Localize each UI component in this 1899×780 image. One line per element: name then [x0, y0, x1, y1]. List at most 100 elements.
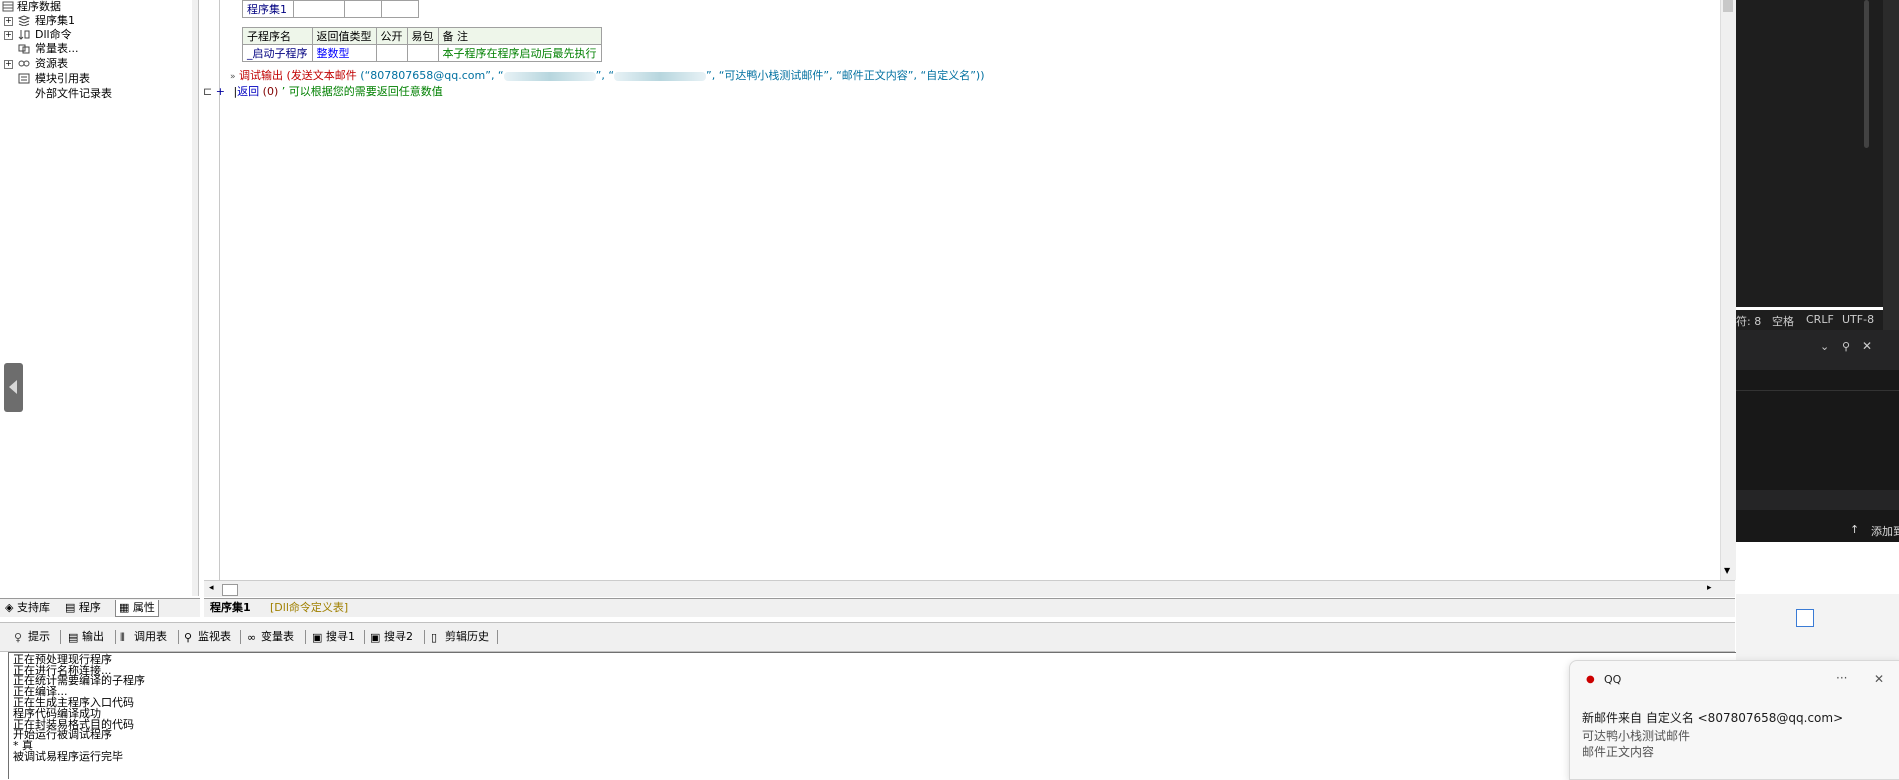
- assembly-name-cell[interactable]: 程序集1: [242, 0, 294, 18]
- assembly-icon: [17, 15, 31, 27]
- more-options-button[interactable]: ···: [1836, 671, 1847, 685]
- tree-item-dll[interactable]: + Dll命令: [2, 28, 192, 42]
- assembly-table: 程序集1: [242, 0, 419, 18]
- add-line-icon[interactable]: +: [216, 85, 225, 98]
- tree-item-external-files[interactable]: 外部文件记录表: [2, 87, 192, 101]
- scroll-thumb[interactable]: [1723, 0, 1733, 12]
- divider: [1736, 390, 1899, 391]
- output-console[interactable]: 正在预处理现行程序 正在进行名称连接... 正在统计需要编译的子程序 正在编译.…: [8, 652, 1737, 779]
- tab-call-table[interactable]: ⦀ 调用表: [120, 629, 167, 645]
- tab-variables[interactable]: ∞ 变量表: [247, 629, 294, 645]
- tree-item-label: 常量表...: [35, 42, 79, 55]
- header-cell: 易包: [406, 27, 439, 45]
- assembly-cell[interactable]: [293, 0, 345, 18]
- tab-properties[interactable]: ▦ 属性: [115, 600, 159, 617]
- tree-item-label: 外部文件记录表: [35, 87, 112, 100]
- search-icon: ▣: [370, 631, 381, 644]
- header-cell: 子程序名: [242, 27, 313, 45]
- redacted-text: [614, 71, 707, 81]
- header-cell: 备 注: [437, 27, 602, 45]
- tree-item-modules[interactable]: 模块引用表: [2, 72, 192, 86]
- status-encoding[interactable]: UTF-8: [1842, 313, 1874, 326]
- status-bar: 符: 8 空格 CRLF UTF-8: [1736, 310, 1883, 330]
- separator: [240, 630, 241, 644]
- separator: [364, 630, 365, 644]
- tree-root-label: 程序数据: [17, 0, 61, 13]
- subroutine-name-cell[interactable]: _启动子程序: [242, 44, 313, 62]
- header-cell: 返回值类型: [311, 27, 377, 45]
- editor-vertical-scrollbar[interactable]: ▼: [1720, 0, 1736, 580]
- separator: [424, 630, 425, 644]
- header-cell: 公开: [375, 27, 408, 45]
- constants-icon: [18, 43, 30, 54]
- status-char-count[interactable]: 符: 8: [1736, 313, 1761, 329]
- tab-assembly1[interactable]: 程序集1: [210, 600, 251, 616]
- expand-icon[interactable]: +: [4, 31, 13, 40]
- notification-app-name: QQ: [1604, 673, 1622, 686]
- close-icon[interactable]: ✕: [1862, 339, 1872, 353]
- magnifier-icon: ⚲: [184, 631, 193, 644]
- status-eol[interactable]: CRLF: [1806, 313, 1834, 326]
- tree-item-constants[interactable]: 常量表...: [2, 42, 192, 56]
- lightbulb-icon: ♀: [14, 631, 23, 644]
- chevron-left-icon: [9, 380, 17, 394]
- resources-icon: [18, 58, 30, 69]
- separator: [115, 630, 116, 644]
- dark-scrollbar[interactable]: [1862, 0, 1872, 150]
- clipboard-icon: ▯: [431, 631, 438, 644]
- pin-icon[interactable]: ⚲: [1842, 340, 1850, 353]
- editor-horizontal-scrollbar[interactable]: ◂ ▸: [204, 580, 1735, 597]
- subroutine-table: 子程序名 返回值类型 公开 易包 备 注 _启动子程序 整数型 本子程序在程序启…: [242, 27, 602, 62]
- arrow-marker-icon: »: [230, 72, 236, 82]
- easy-pack-cell[interactable]: [406, 44, 439, 62]
- separator: [497, 630, 498, 644]
- add-button[interactable]: 添加到: [1871, 523, 1899, 539]
- chevron-down-icon[interactable]: ⌄: [1820, 340, 1829, 353]
- assembly-cell[interactable]: [344, 0, 382, 18]
- scroll-thumb[interactable]: [1864, 0, 1869, 148]
- expand-icon[interactable]: +: [4, 17, 13, 26]
- module-icon: [18, 73, 30, 84]
- status-indent[interactable]: 空格: [1772, 313, 1794, 329]
- notification-body: 邮件正文内容: [1582, 745, 1655, 759]
- window-view-icon[interactable]: [1816, 609, 1834, 627]
- note-cell[interactable]: 本子程序在程序启动后最先执行: [437, 44, 602, 62]
- tree-scrollbar[interactable]: [192, 0, 199, 596]
- tab-watch[interactable]: ⚲ 监视表: [184, 629, 231, 645]
- tab-hints[interactable]: ♀ 提示: [14, 629, 50, 645]
- tab-clip-history[interactable]: ▯ 剪辑历史: [431, 629, 489, 645]
- scroll-thumb[interactable]: [222, 584, 238, 596]
- search-icon: ▣: [312, 631, 323, 644]
- collapse-panel-button[interactable]: [4, 363, 23, 412]
- tree-item-resources[interactable]: + 资源表: [2, 57, 192, 71]
- tab-output[interactable]: ▤ 输出: [68, 629, 104, 645]
- assembly-cell[interactable]: [381, 0, 419, 18]
- scroll-left-icon[interactable]: ◂: [209, 583, 214, 593]
- database-icon: [2, 1, 14, 12]
- tree-item-assembly[interactable]: + 程序集1: [2, 14, 192, 28]
- arrow-up-icon: ↑: [1850, 523, 1860, 536]
- code-line-1[interactable]: » 调试输出 (发送文本邮件 (“807807658@qq.com”, “”, …: [230, 68, 984, 83]
- dll-icon: [18, 29, 30, 40]
- editor-tabs: 程序集1 [Dll命令定义表]: [204, 598, 1735, 617]
- scroll-right-icon[interactable]: ▸: [1707, 583, 1712, 593]
- properties-icon: ▦: [119, 601, 130, 614]
- tab-support-library[interactable]: ◈ 支持库: [2, 600, 53, 616]
- scroll-down-icon[interactable]: ▼: [1724, 566, 1730, 575]
- list-view-icon[interactable]: [1796, 609, 1814, 627]
- project-tree-panel: 程序数据 + 程序集1 + Dll命令 常量表... + 资源表 模块引用表 外…: [0, 0, 193, 596]
- tab-search1[interactable]: ▣ 搜寻1: [312, 629, 355, 645]
- public-cell[interactable]: [375, 44, 408, 62]
- tab-program[interactable]: ▤ 程序: [62, 600, 104, 616]
- tree-item-label: 程序集1: [35, 14, 75, 27]
- tab-dll-definitions[interactable]: [Dll命令定义表]: [270, 600, 348, 616]
- separator: [60, 630, 61, 644]
- code-line-2[interactable]: ⊏ + |返回 (0) ’ 可以根据您的需要返回任意数值: [203, 84, 443, 99]
- qq-notification[interactable]: ● QQ ··· ✕ 新邮件来自 自定义名 <807807658@qq.com>…: [1569, 660, 1899, 780]
- tab-search2[interactable]: ▣ 搜寻2: [370, 629, 413, 645]
- close-notification-button[interactable]: ✕: [1874, 672, 1884, 686]
- return-type-cell[interactable]: 整数型: [311, 44, 377, 62]
- qq-penguin-icon: ●: [1586, 674, 1595, 685]
- expand-icon[interactable]: +: [4, 60, 13, 69]
- library-icon: ◈: [5, 601, 14, 614]
